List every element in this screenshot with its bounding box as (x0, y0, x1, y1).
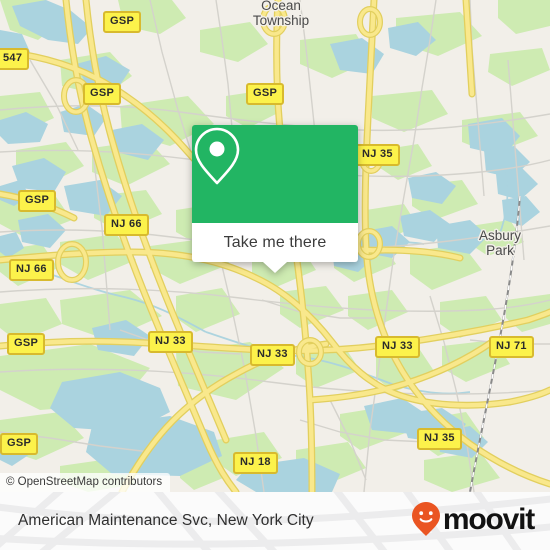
road-shield: GSP (246, 83, 285, 105)
road-shield: NJ 33 (375, 336, 420, 358)
road-shield: NJ 66 (9, 259, 54, 281)
road-shield: GSP (0, 433, 39, 455)
moovit-smiley-pin-icon (411, 501, 441, 542)
road-shield: NJ 33 (148, 331, 193, 353)
moovit-map-screenshot: GSP 547 GSP GSP NJ 35 GSP NJ 66 NJ 66 GSP NJ 33 NJ… (0, 0, 550, 550)
road-shield: NJ 35 (417, 428, 462, 450)
moovit-brand[interactable]: moovit (411, 501, 535, 542)
road-shield: GSP (7, 333, 46, 355)
take-me-there-label: Take me there (223, 233, 327, 251)
road-shield: NJ 71 (489, 336, 534, 358)
moovit-wordmark: moovit (442, 503, 535, 536)
footer-bar: American Maintenance Svc, New York City … (0, 492, 550, 550)
map-canvas[interactable]: GSP 547 GSP GSP NJ 35 GSP NJ 66 NJ 66 GSP NJ 33 NJ… (0, 0, 550, 492)
popup-header (192, 125, 358, 223)
road-shield: GSP (83, 83, 122, 105)
footer-place-title: American Maintenance Svc, New York City (18, 512, 314, 529)
road-shield: NJ 66 (104, 214, 149, 236)
road-shield: NJ 35 (355, 144, 400, 166)
osm-attribution[interactable]: © OpenStreetMap contributors (0, 473, 171, 492)
road-shield: GSP (18, 190, 57, 212)
road-shield: NJ 33 (250, 344, 295, 366)
popup-tail-pointer (263, 262, 287, 273)
road-shield: 547 (0, 48, 30, 70)
popup-action-bar[interactable]: Take me there (192, 223, 358, 262)
road-shield: NJ 18 (233, 452, 278, 474)
road-shield: GSP (103, 11, 142, 33)
destination-popup-card[interactable]: Take me there (192, 125, 358, 273)
